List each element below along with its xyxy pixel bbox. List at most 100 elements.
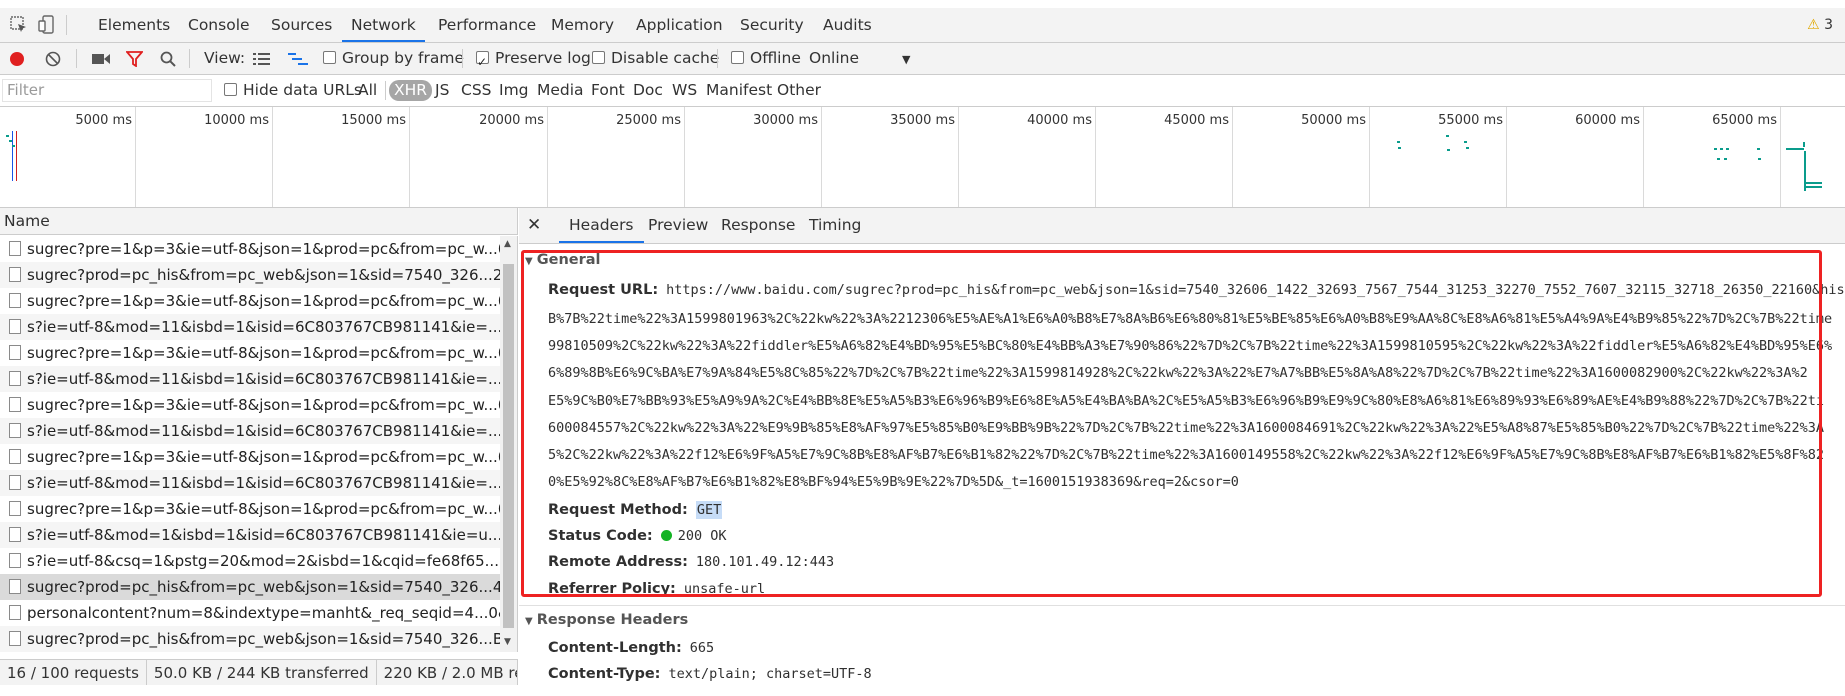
type-filter-all[interactable]: All bbox=[358, 75, 377, 106]
tab-sources[interactable]: Sources bbox=[262, 8, 341, 42]
request-row[interactable]: sugrec?pre=1&p=3&ie=utf-8&json=1&prod=pc… bbox=[0, 236, 500, 262]
content-length-label: Content-Length: bbox=[548, 640, 682, 656]
search-icon[interactable] bbox=[160, 51, 176, 67]
request-row[interactable]: s?ie=utf-8&mod=1&isbd=1&isid=6C803767CB9… bbox=[0, 522, 500, 548]
type-filter-img[interactable]: Img bbox=[499, 75, 529, 106]
tab-network[interactable]: Network bbox=[342, 8, 425, 42]
request-row[interactable]: sugrec?prod=pc_his&from=pc_web&json=1&si… bbox=[0, 262, 500, 288]
scroll-thumb[interactable] bbox=[503, 264, 514, 628]
type-filter-media[interactable]: Media bbox=[537, 75, 584, 106]
type-filter-xhr[interactable]: XHR bbox=[389, 80, 433, 101]
tab-preview[interactable]: Preview bbox=[638, 208, 718, 243]
offline-checkbox[interactable]: Offline bbox=[731, 43, 801, 74]
type-filter-js[interactable]: JS bbox=[435, 75, 449, 106]
type-filter-css[interactable]: CSS bbox=[461, 75, 492, 106]
clear-icon[interactable] bbox=[45, 51, 61, 67]
request-row[interactable]: s?ie=utf-8&mod=11&isbd=1&isid=6C803767CB… bbox=[0, 314, 500, 340]
request-method-value: GET bbox=[695, 501, 723, 519]
hide-data-urls-checkbox[interactable]: Hide data URLs bbox=[224, 75, 362, 106]
tab-audits[interactable]: Audits bbox=[814, 8, 881, 42]
overview-tick: 15000 ms bbox=[341, 113, 406, 128]
network-overview[interactable]: 5000 ms 10000 ms 15000 ms 20000 ms 25000… bbox=[0, 107, 1845, 208]
request-row[interactable]: s?ie=utf-8&csq=1&pstg=20&mod=2&isbd=1&cq… bbox=[0, 548, 500, 574]
checkbox-box[interactable] bbox=[731, 51, 744, 64]
tab-security[interactable]: Security bbox=[731, 8, 813, 42]
tab-console[interactable]: Console bbox=[179, 8, 259, 42]
checkbox-box[interactable] bbox=[323, 51, 336, 64]
remote-address-label: Remote Address: bbox=[548, 554, 688, 570]
filter-bar: Filter Hide data URLs All XHR JS CSS Img… bbox=[0, 75, 1845, 107]
type-filter-ws[interactable]: WS bbox=[672, 75, 697, 106]
scroll-up-arrow[interactable]: ▲ bbox=[504, 239, 511, 249]
checkbox-box[interactable] bbox=[224, 83, 237, 96]
type-filter-font[interactable]: Font bbox=[591, 75, 625, 106]
request-name: sugrec?pre=1&p=3&ie=utf-8&json=1&prod=pc… bbox=[27, 396, 500, 414]
throttling-select[interactable]: Online ▼ bbox=[809, 43, 910, 74]
view-label: View: bbox=[204, 49, 246, 67]
large-rows-icon[interactable] bbox=[253, 52, 270, 66]
tab-response[interactable]: Response bbox=[711, 208, 805, 243]
overview-tick: 25000 ms bbox=[616, 113, 681, 128]
checkbox-box-checked[interactable] bbox=[476, 47, 489, 78]
request-row[interactable]: sugrec?pre=1&p=3&ie=utf-8&json=1&prod=pc… bbox=[0, 392, 500, 418]
request-row[interactable]: s?ie=utf-8&mod=11&isbd=1&isid=6C803767CB… bbox=[0, 366, 500, 392]
scroll-down-arrow[interactable]: ▼ bbox=[504, 637, 511, 647]
checkbox-box[interactable] bbox=[592, 51, 605, 64]
type-filter-other[interactable]: Other bbox=[777, 75, 821, 106]
overview-tick: 10000 ms bbox=[204, 113, 269, 128]
content-type-label: Content-Type: bbox=[548, 666, 661, 682]
request-name: sugrec?pre=1&p=3&ie=utf-8&json=1&prod=pc… bbox=[27, 448, 500, 466]
resources-size: 220 KB / 2.0 MB resourc... bbox=[383, 664, 517, 682]
filter-input[interactable]: Filter bbox=[2, 79, 212, 102]
close-icon[interactable]: ✕ bbox=[527, 208, 541, 243]
request-list: sugrec?pre=1&p=3&ie=utf-8&json=1&prod=pc… bbox=[0, 236, 500, 652]
triangle-down-icon: ▼ bbox=[525, 616, 533, 627]
tab-application[interactable]: Application bbox=[627, 8, 732, 42]
request-row[interactable]: sugrec?pre=1&p=3&ie=utf-8&json=1&prod=pc… bbox=[0, 340, 500, 366]
warning-count: 3 bbox=[1824, 17, 1833, 33]
request-list-scrollbar[interactable]: ▲ ▼ bbox=[500, 236, 518, 652]
request-row[interactable]: sugrec?pre=1&p=3&ie=utf-8&json=1&prod=pc… bbox=[0, 288, 500, 314]
preserve-log-checkbox[interactable]: Preserve log bbox=[476, 43, 591, 78]
request-name: s?ie=utf-8&mod=11&isbd=1&isid=6C803767CB… bbox=[27, 370, 500, 388]
request-row[interactable]: sugrec?prod=pc_his&from=pc_web&json=1&si… bbox=[0, 574, 500, 600]
request-name: s?ie=utf-8&mod=11&isbd=1&isid=6C803767CB… bbox=[27, 474, 500, 492]
network-toolbar: View: Group by frame Preserve log Disabl… bbox=[0, 43, 1845, 78]
request-url-continuation: 600084557%2C%22kw%22%3A%22%E9%9B%85%E8%A… bbox=[548, 420, 1825, 436]
response-headers-section-toggle[interactable]: ▼ Response Headers bbox=[525, 612, 688, 628]
type-filter-doc[interactable]: Doc bbox=[633, 75, 663, 106]
tab-memory[interactable]: Memory bbox=[542, 8, 623, 42]
screenshot-camera-icon[interactable] bbox=[92, 52, 110, 66]
tab-timing[interactable]: Timing bbox=[799, 208, 871, 243]
name-column-header[interactable]: Name bbox=[0, 208, 518, 235]
device-toolbar-icon[interactable] bbox=[38, 15, 56, 35]
waterfall-icon[interactable] bbox=[288, 52, 308, 66]
record-icon[interactable] bbox=[9, 51, 25, 67]
overview-tick: 30000 ms bbox=[753, 113, 818, 128]
response-headers-title: Response Headers bbox=[536, 612, 689, 628]
tab-performance[interactable]: Performance bbox=[429, 8, 545, 42]
general-section-toggle[interactable]: ▼ General bbox=[525, 252, 601, 268]
request-url-continuation: E5%9C%B0%E7%BB%93%E5%A9%9A%2C%E4%BB%8E%E… bbox=[548, 393, 1825, 409]
request-row[interactable]: sugrec?pre=1&p=3&ie=utf-8&json=1&prod=pc… bbox=[0, 496, 500, 522]
content-length-value: 665 bbox=[689, 640, 715, 656]
filter-funnel-icon[interactable] bbox=[126, 51, 143, 67]
type-filter-manifest[interactable]: Manifest bbox=[706, 75, 772, 106]
request-row[interactable]: sugrec?prod=pc_his&from=pc_web&json=1&si… bbox=[0, 626, 500, 652]
request-row[interactable]: personalcontent?num=8&indextype=manht&_r… bbox=[0, 600, 500, 626]
inspect-element-icon[interactable] bbox=[10, 16, 28, 34]
tab-headers[interactable]: Headers bbox=[559, 208, 644, 243]
tab-elements[interactable]: Elements bbox=[89, 8, 179, 42]
document-file-icon bbox=[9, 371, 21, 386]
request-name: personalcontent?num=8&indextype=manht&_r… bbox=[27, 604, 500, 622]
preserve-log-label: Preserve log bbox=[495, 49, 591, 67]
disable-cache-checkbox[interactable]: Disable cache bbox=[592, 43, 719, 74]
overview-tick: 65000 ms bbox=[1712, 113, 1777, 128]
request-row[interactable]: sugrec?pre=1&p=3&ie=utf-8&json=1&prod=pc… bbox=[0, 444, 500, 470]
request-row[interactable]: s?ie=utf-8&mod=11&isbd=1&isid=6C803767CB… bbox=[0, 418, 500, 444]
warnings-counter[interactable]: ⚠ 3 bbox=[1807, 17, 1833, 33]
page-behind-strip bbox=[0, 0, 1845, 8]
overview-tick: 40000 ms bbox=[1027, 113, 1092, 128]
group-by-frame-checkbox[interactable]: Group by frame bbox=[323, 43, 464, 74]
request-row[interactable]: s?ie=utf-8&mod=11&isbd=1&isid=6C803767CB… bbox=[0, 470, 500, 496]
